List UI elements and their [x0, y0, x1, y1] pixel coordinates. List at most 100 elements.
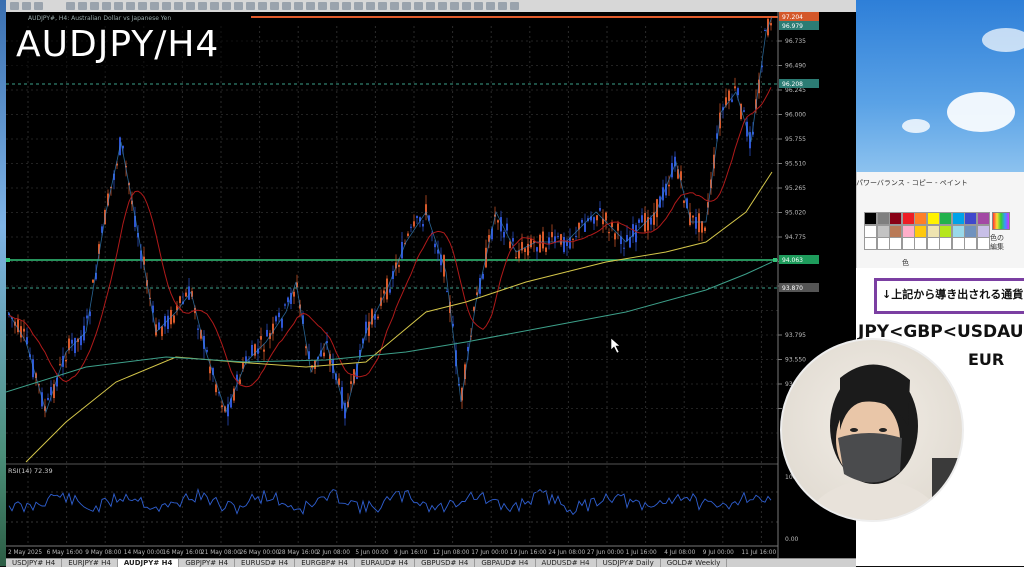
color-swatch[interactable] [876, 237, 890, 250]
candle-body [596, 215, 598, 221]
toolbar-button[interactable] [162, 2, 171, 10]
toolbar-button[interactable] [102, 2, 111, 10]
color-swatch[interactable] [914, 237, 927, 250]
toolbar-button[interactable] [342, 2, 351, 10]
toolbar-button[interactable] [222, 2, 231, 10]
color-swatch[interactable] [939, 212, 952, 225]
candle-body [59, 364, 61, 366]
color-swatch[interactable] [889, 212, 902, 225]
color-edit-icon[interactable] [992, 212, 1010, 230]
candle-body [617, 223, 619, 231]
toolbar-button[interactable] [78, 2, 87, 10]
toolbar-button[interactable] [270, 2, 279, 10]
color-swatch[interactable] [901, 212, 915, 225]
toolbar-button[interactable] [366, 2, 375, 10]
color-swatch[interactable] [901, 224, 915, 238]
color-swatch[interactable] [864, 212, 877, 225]
toolbar-button[interactable] [246, 2, 255, 10]
candle-body [398, 264, 400, 267]
toolbar-button[interactable] [486, 2, 495, 10]
color-swatch[interactable] [951, 237, 965, 250]
toolbar-button[interactable] [210, 2, 219, 10]
candle-body [350, 381, 352, 384]
candle-body [407, 233, 409, 236]
color-swatch[interactable] [976, 212, 990, 225]
toolbar-button[interactable] [10, 2, 19, 10]
toolbar-button[interactable] [306, 2, 315, 10]
color-palette[interactable] [864, 212, 992, 250]
candle-body [209, 366, 211, 374]
color-swatch[interactable] [964, 237, 977, 250]
toolbar-button[interactable] [318, 2, 327, 10]
color-swatch[interactable] [889, 237, 902, 250]
toolbar-button[interactable] [498, 2, 507, 10]
toolbar-button[interactable] [474, 2, 483, 10]
toolbar-button[interactable] [354, 2, 363, 10]
line-handle[interactable] [6, 258, 10, 262]
candlestick-chart[interactable]: AUDJPY#, H4: Australian Dollar vs Japane… [6, 12, 856, 558]
toolbar-button[interactable] [66, 2, 75, 10]
toolbar-button[interactable] [174, 2, 183, 10]
color-swatch[interactable] [926, 224, 940, 238]
toolbar-button[interactable] [294, 2, 303, 10]
price-tag-red-text: 97.204 [782, 14, 803, 21]
toolbar-button[interactable] [34, 2, 43, 10]
color-swatch[interactable] [976, 237, 990, 250]
price-chart[interactable]: AUDJPY#, H4: Australian Dollar vs Japane… [6, 12, 856, 558]
candle-body [503, 231, 505, 238]
color-swatch[interactable] [901, 237, 915, 250]
candle-body [434, 243, 436, 248]
toolbar-button[interactable] [234, 2, 243, 10]
toolbar-button[interactable] [22, 2, 31, 10]
color-swatch[interactable] [914, 224, 927, 238]
color-swatch[interactable] [926, 212, 940, 225]
candle-body [323, 352, 325, 357]
cloud [902, 119, 930, 133]
line-handle[interactable] [773, 258, 777, 262]
color-swatch[interactable] [976, 224, 990, 238]
toolbar-button[interactable] [126, 2, 135, 10]
toolbar-button[interactable] [438, 2, 447, 10]
color-swatch[interactable] [876, 212, 890, 225]
color-swatch[interactable] [914, 212, 927, 225]
candle-body [584, 223, 586, 232]
toolbar-button[interactable] [378, 2, 387, 10]
toolbar-button[interactable] [426, 2, 435, 10]
toolbar-button[interactable] [330, 2, 339, 10]
color-swatch[interactable] [939, 224, 952, 238]
time-label: 17 Jun 00:00 [471, 550, 508, 556]
color-swatch[interactable] [964, 224, 977, 238]
time-label: 9 Jul 00:00 [703, 550, 734, 556]
color-swatch[interactable] [864, 224, 877, 238]
color-swatch[interactable] [876, 224, 890, 238]
color-swatch[interactable] [864, 237, 877, 250]
candle-body [71, 339, 73, 344]
toolbar-button[interactable] [138, 2, 147, 10]
toolbar-button[interactable] [462, 2, 471, 10]
candle-body [197, 328, 199, 330]
price-tag-teal-text: 96.208 [782, 81, 803, 88]
slide-bottom [956, 520, 1024, 566]
toolbar-button[interactable] [114, 2, 123, 10]
toolbar-button[interactable] [186, 2, 195, 10]
ma-medium [25, 171, 773, 463]
candle-body [284, 304, 286, 306]
time-scale[interactable]: 2 May 2025 6 May 16:00 9 May 08:00 14 May 0… [6, 545, 778, 556]
toolbar-button[interactable] [510, 2, 519, 10]
toolbar-button[interactable] [198, 2, 207, 10]
toolbar-button[interactable] [258, 2, 267, 10]
toolbar-button[interactable] [414, 2, 423, 10]
color-swatch[interactable] [951, 212, 965, 225]
toolbar-button[interactable] [450, 2, 459, 10]
color-swatch[interactable] [889, 224, 902, 238]
toolbar-button[interactable] [90, 2, 99, 10]
toolbar-button[interactable] [402, 2, 411, 10]
toolbar-button[interactable] [282, 2, 291, 10]
color-swatch[interactable] [964, 212, 977, 225]
toolbar-button[interactable] [390, 2, 399, 10]
price-tag-grey-text: 93.870 [782, 285, 803, 292]
color-swatch[interactable] [926, 237, 940, 250]
color-swatch[interactable] [951, 224, 965, 238]
toolbar-button[interactable] [150, 2, 159, 10]
color-swatch[interactable] [939, 237, 952, 250]
